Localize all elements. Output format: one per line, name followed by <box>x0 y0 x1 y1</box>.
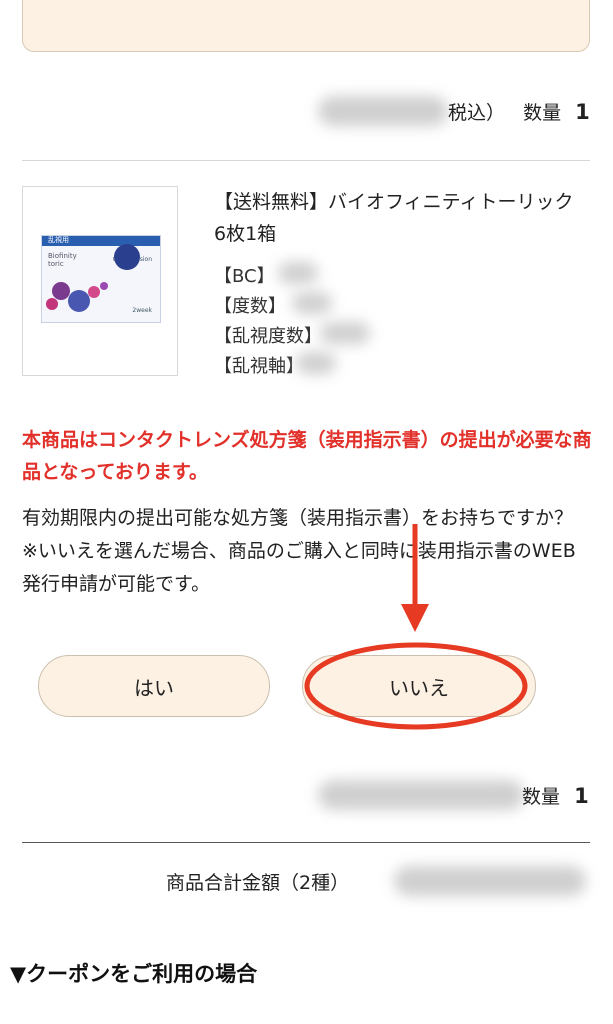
box-band: 乱視用 <box>42 236 160 246</box>
decor-circle <box>88 286 100 298</box>
quantity-value: 1 <box>574 784 589 808</box>
total-amount-redacted <box>394 866 586 896</box>
spec-axis-value-redacted <box>296 352 336 374</box>
quantity-label: 数量 <box>522 786 561 808</box>
box-brand: Biofinity toric <box>48 252 77 269</box>
spec-cyl-value-redacted <box>320 322 370 344</box>
product-image[interactable]: 乱視用 Biofinity toric CooperVision 2week <box>22 186 178 376</box>
prescription-question: 有効期限内の提出可能な処方箋（装用指示書）をお持ちですか？ <box>22 507 574 529</box>
annotation-arrow-head <box>401 604 429 632</box>
box-brand-line2: toric <box>48 260 64 269</box>
prescription-note: ※いいえを選んだ場合、商品のご購入と同時に装用指示書のWEB発行申請が可能です。 <box>22 540 576 595</box>
decor-circle <box>46 298 58 310</box>
box-brand-line1: Biofinity <box>48 252 77 260</box>
spec-bc-value-redacted <box>278 262 318 284</box>
spec-bc-label: 【BC】 <box>214 266 275 287</box>
item-2-quantity-row: 数量 1 <box>522 782 589 809</box>
spec-axis-label: 【乱視軸】 <box>214 356 304 377</box>
coupon-heading[interactable]: ▼クーポンをご利用の場合 <box>10 958 257 988</box>
decor-circle <box>100 282 108 290</box>
decor-circle <box>114 244 140 270</box>
quantity-value: 1 <box>575 100 590 124</box>
item-2-info-redacted <box>318 780 524 810</box>
spec-cyl-label: 【乱視度数】 <box>214 326 322 347</box>
spec-power-value-redacted <box>292 292 332 314</box>
price-suffix: 税込） <box>448 102 506 124</box>
yes-button[interactable]: はい <box>38 655 270 717</box>
prescription-warning: 本商品はコンタクトレンズ処方箋（装用指示書）の提出が必要な商品となっております。 <box>22 429 592 483</box>
box-band-text: 乱視用 <box>48 236 69 244</box>
product-name: 【送料無料】バイオフィニティトーリック6枚1箱 <box>214 191 574 245</box>
prescription-question-block: 有効期限内の提出可能な処方箋（装用指示書）をお持ちですか？ ※いいえを選んだ場合… <box>22 502 592 601</box>
item-1-quantity-row: 税込） 数量 1 <box>448 98 590 125</box>
spec-power-label: 【度数】 <box>214 296 286 317</box>
decor-circle <box>52 282 70 300</box>
divider <box>22 842 590 843</box>
total-label: 商品合計金額（2種） <box>166 872 350 894</box>
box-sub: 2week <box>132 307 152 314</box>
decor-circle <box>68 290 90 312</box>
lens-box-image: 乱視用 Biofinity toric CooperVision 2week <box>41 235 161 323</box>
no-button[interactable]: いいえ <box>302 655 536 717</box>
price-redacted <box>318 96 448 126</box>
divider <box>22 160 590 161</box>
quantity-label: 数量 <box>523 102 562 124</box>
top-panel <box>22 0 590 52</box>
